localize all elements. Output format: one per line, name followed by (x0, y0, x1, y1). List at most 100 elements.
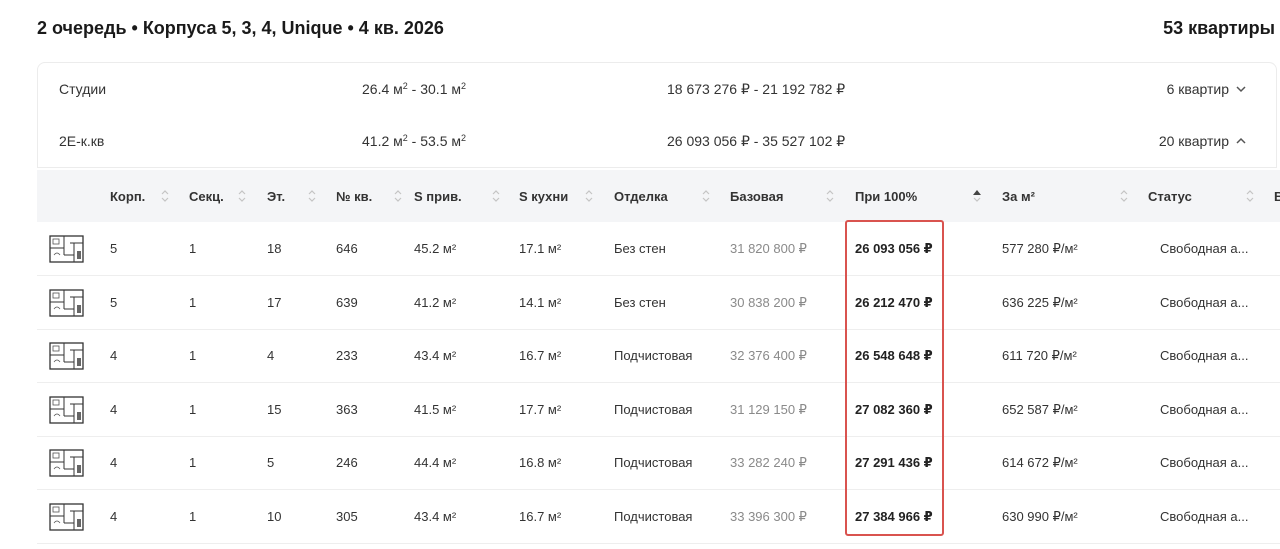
group-row-2e[interactable]: 2Е-к.кв 41.2 м2 - 53.5 м2 26 093 056 ₽ -… (37, 115, 1277, 168)
group-row-studios[interactable]: Студии 26.4 м2 - 30.1 м2 18 673 276 ₽ - … (37, 62, 1277, 116)
sort-icon[interactable] (393, 187, 403, 205)
col-status[interactable]: Статус (1148, 189, 1192, 204)
chevron-up-icon[interactable] (1234, 134, 1248, 148)
cell-s-kitchen: 16.7 м² (519, 509, 562, 524)
table-header: Корп. Секц. Эт. № кв. S прив. S кухни От… (37, 170, 1280, 222)
cell-sekc: 1 (189, 294, 197, 310)
sort-icon[interactable] (584, 187, 594, 205)
cell-num: 233 (336, 348, 358, 364)
chevron-down-icon[interactable] (1234, 82, 1248, 96)
group-count: 20 квартир (1158, 133, 1229, 149)
cell-s-priv: 41.2 м² (414, 294, 457, 310)
cell-floor: 4 (267, 348, 275, 364)
cell-s-kitchen: 17.1 м² (519, 241, 562, 256)
cell-korp: 4 (110, 401, 118, 417)
cell-price100: 27 291 436 ₽ (855, 455, 933, 471)
col-finish[interactable]: Отделка (614, 189, 668, 204)
cell-status: Свободная а... (1160, 348, 1249, 364)
floor-plan-thumbnail[interactable] (48, 340, 85, 373)
cell-base: 31 129 150 ₽ (730, 401, 807, 417)
cell-s-priv: 43.4 м² (414, 509, 457, 524)
cell-per-m2: 636 225 ₽/м² (1002, 294, 1078, 310)
floor-plan-thumbnail[interactable] (48, 287, 85, 320)
cell-finish: Без стен (614, 241, 666, 256)
cell-per-m2: 577 280 ₽/м² (1002, 241, 1078, 256)
cell-price100: 26 212 470 ₽ (855, 294, 933, 310)
col-s-priv[interactable]: S прив. (414, 189, 462, 204)
sort-icon[interactable] (237, 187, 247, 205)
cell-status: Свободная а... (1160, 401, 1249, 417)
sort-icon[interactable] (307, 187, 317, 205)
sort-icon[interactable] (160, 187, 170, 205)
table-row[interactable]: 4 1 4 233 43.4 м² 16.7 м² Подчистовая 32 376 40… (37, 329, 1280, 384)
cell-num: 363 (336, 401, 358, 417)
floor-plan-thumbnail[interactable] (48, 501, 85, 534)
cell-s-priv: 45.2 м² (414, 241, 457, 256)
cell-num: 246 (336, 455, 358, 471)
cell-num: 639 (336, 294, 358, 310)
cell-status: Свободная а... (1160, 509, 1249, 524)
cell-price100: 26 548 648 ₽ (855, 348, 933, 364)
group-type: Студии (59, 81, 107, 97)
cell-status: Свободная а... (1160, 294, 1249, 310)
cell-floor: 5 (267, 455, 275, 471)
cell-floor: 10 (267, 509, 282, 524)
col-per-m2[interactable]: За м² (1002, 189, 1035, 204)
cell-price100: 27 082 360 ₽ (855, 401, 933, 417)
cell-num: 305 (336, 509, 358, 524)
cell-s-priv: 44.4 м² (414, 455, 457, 471)
sort-asc-icon[interactable] (972, 187, 982, 205)
col-floor[interactable]: Эт. (267, 189, 285, 204)
sort-icon[interactable] (1245, 187, 1255, 205)
col-extra[interactable]: В (1274, 189, 1280, 204)
cell-status: Свободная а... (1160, 455, 1249, 471)
sort-icon[interactable] (825, 187, 835, 205)
cell-per-m2: 611 720 ₽/м² (1002, 348, 1077, 364)
table-row[interactable]: 4 1 5 246 44.4 м² 16.8 м² Подчистовая 33 282 24… (37, 436, 1280, 491)
cell-finish: Подчистовая (614, 455, 693, 471)
cell-per-m2: 614 672 ₽/м² (1002, 455, 1078, 471)
cell-sekc: 1 (189, 401, 197, 417)
col-korp[interactable]: Корп. (110, 189, 145, 204)
sort-icon[interactable] (491, 187, 501, 205)
sort-icon[interactable] (1119, 187, 1129, 205)
cell-floor: 15 (267, 401, 282, 417)
cell-s-kitchen: 16.8 м² (519, 455, 562, 471)
cell-base: 32 376 400 ₽ (730, 348, 807, 364)
cell-korp: 4 (110, 509, 118, 524)
cell-per-m2: 630 990 ₽/м² (1002, 509, 1078, 524)
cell-num: 646 (336, 241, 358, 256)
cell-korp: 5 (110, 294, 118, 310)
floor-plan-thumbnail[interactable] (48, 447, 85, 480)
cell-base: 31 820 800 ₽ (730, 241, 807, 256)
col-s-kitchen[interactable]: S кухни (519, 189, 568, 204)
floor-plan-thumbnail[interactable] (48, 394, 85, 427)
col-sekc[interactable]: Секц. (189, 189, 224, 204)
cell-floor: 18 (267, 241, 282, 256)
cell-price100: 26 093 056 ₽ (855, 241, 933, 256)
cell-base: 33 396 300 ₽ (730, 509, 807, 524)
cell-korp: 4 (110, 348, 118, 364)
group-type: 2Е-к.кв (59, 133, 105, 149)
cell-korp: 5 (110, 241, 118, 256)
cell-s-kitchen: 16.7 м² (519, 348, 562, 364)
cell-sekc: 1 (189, 241, 197, 256)
table-row[interactable]: 4 1 10 305 43.4 м² 16.7 м² Подчистовая 33 396 3… (37, 490, 1280, 544)
floor-plan-thumbnail[interactable] (48, 233, 85, 266)
col-number[interactable]: № кв. (336, 189, 372, 204)
cell-status: Свободная а... (1160, 241, 1249, 256)
col-base[interactable]: Базовая (730, 189, 783, 204)
total-count: 53 квартиры (1163, 18, 1275, 38)
sort-icon[interactable] (701, 187, 711, 205)
cell-floor: 17 (267, 294, 282, 310)
group-area-range: 26.4 м2 - 30.1 м2 (362, 81, 467, 97)
table-row[interactable]: 4 1 15 363 41.5 м² 17.7 м² Подчистовая 31 129 1… (37, 383, 1280, 437)
group-price-range: 18 673 276 ₽ - 21 192 782 ₽ (667, 81, 846, 97)
group-count: 6 квартир (1166, 81, 1229, 97)
table-row[interactable]: 5 1 18 646 45.2 м² 17.1 м² Без стен 31 820 800 … (37, 222, 1280, 276)
table-row[interactable]: 5 1 17 639 41.2 м² 14.1 м² Без стен 30 838 200 … (37, 276, 1280, 330)
cell-s-kitchen: 17.7 м² (519, 401, 562, 417)
col-price100[interactable]: При 100% (855, 189, 917, 204)
group-price-range: 26 093 056 ₽ - 35 527 102 ₽ (667, 133, 846, 149)
cell-sekc: 1 (189, 455, 197, 471)
